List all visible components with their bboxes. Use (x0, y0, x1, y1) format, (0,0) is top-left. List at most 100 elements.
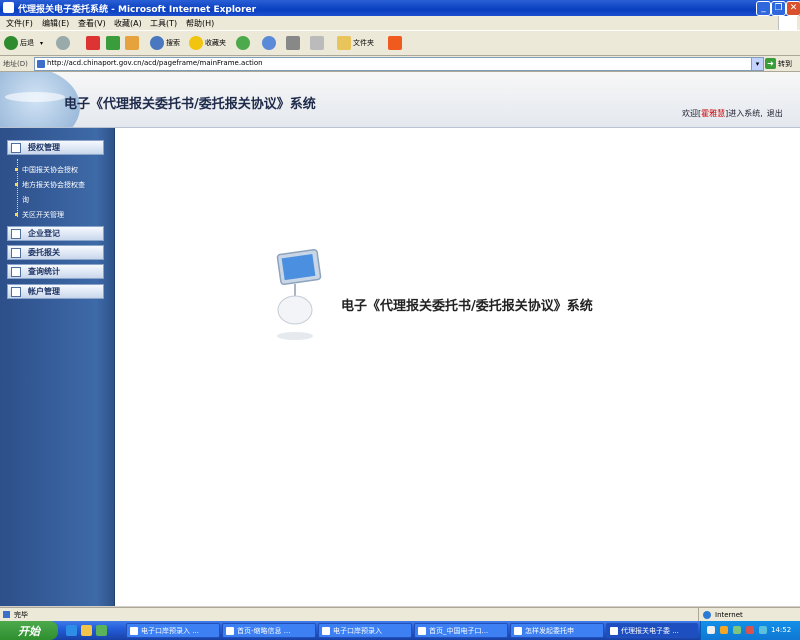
window-icon (418, 626, 426, 635)
edit-icon (310, 36, 324, 50)
globe-icon (703, 610, 711, 619)
nav-section-account-management[interactable]: 帐户管理 (7, 284, 104, 299)
go-arrow-icon: ➜ (765, 58, 776, 69)
search-icon (150, 36, 164, 50)
logo-highlight (5, 92, 65, 102)
taskbar-item[interactable]: 首页_中国电子口... (414, 623, 508, 638)
menu-bar: 文件(F) 编辑(E) 查看(V) 收藏(A) 工具(T) 帮助(H) (0, 16, 800, 31)
main-content: 电子《代理报关委托书/委托报关协议》系统 (115, 128, 800, 606)
taskbar-item[interactable]: 怎样发起委托申 (510, 623, 604, 638)
page-done-icon (3, 611, 10, 618)
status-bar: 完毕 Internet (0, 607, 800, 621)
folder-icon (337, 36, 351, 50)
mail-button[interactable] (262, 34, 276, 52)
stop-button[interactable] (86, 34, 100, 52)
sidebar: 授权管理 中国报关协会授权 地方报关协会授权查 询 关区开关管理 企业登记 委托… (0, 128, 115, 606)
taobao-icon (388, 36, 402, 50)
menu-help[interactable]: 帮助(H) (186, 18, 214, 29)
menu-edit[interactable]: 编辑(E) (42, 18, 69, 29)
page-icon (37, 60, 45, 68)
imac-computer-icon (276, 249, 322, 340)
edit-button[interactable] (310, 34, 324, 52)
address-input[interactable]: http://acd.chinaport.gov.cn/acd/pagefram… (34, 57, 764, 71)
bullet-icon (15, 168, 18, 171)
taskbar-item[interactable]: 首页-缩略信息 ... (222, 623, 316, 638)
system-tray: 14:52 (700, 621, 800, 640)
nav-section-authorization[interactable]: 授权管理 (7, 140, 104, 155)
windows-logo-icon (778, 16, 797, 30)
forward-button[interactable] (56, 34, 70, 52)
book-icon (11, 143, 21, 153)
security-zone: Internet (698, 608, 743, 621)
history-button[interactable] (236, 34, 250, 52)
bullet-icon (15, 183, 18, 186)
tray-icon[interactable] (720, 626, 728, 634)
menu-tools[interactable]: 工具(T) (150, 18, 177, 29)
print-button[interactable] (286, 34, 300, 52)
taskbar-item-active[interactable]: 代理报关电子委 ... (606, 623, 698, 638)
address-bar: 地址(D) http://acd.chinaport.gov.cn/acd/pa… (0, 56, 800, 72)
address-url: http://acd.chinaport.gov.cn/acd/pagefram… (47, 59, 263, 67)
taskbar: 开始 电子口岸预录入 ... 首页-缩略信息 ... 电子口岸预录入 首页_中国… (0, 621, 800, 640)
nav-section-query-statistics[interactable]: 查询统计 (7, 264, 104, 279)
folders-button[interactable]: 文件夹 (337, 34, 374, 52)
book-icon (11, 248, 21, 258)
logout-link[interactable]: 退出 (767, 109, 783, 118)
book-icon (11, 229, 21, 239)
page-header: 电子《代理报关委托书/委托报关协议》系统 欢迎[霍雅慧]进入系统, 退出 (0, 72, 800, 128)
tray-icon[interactable] (707, 626, 715, 634)
taskbar-item[interactable]: 电子口岸预录入 ... (126, 623, 220, 638)
home-button[interactable] (125, 34, 139, 52)
forward-arrow-icon (56, 36, 70, 50)
system-title: 电子《代理报关委托书/委托报关协议》系统 (64, 97, 316, 112)
favorites-button[interactable]: 收藏夹 (189, 34, 226, 52)
restore-button[interactable]: ❐ (771, 1, 786, 16)
back-button[interactable]: 后退 ▾ (4, 34, 43, 52)
ie-quicklaunch-icon[interactable] (66, 625, 77, 636)
clock: 14:52 (771, 626, 792, 634)
window-icon (226, 626, 234, 635)
refresh-button[interactable] (106, 34, 120, 52)
nav-item-local-assoc-auth-cont[interactable]: 询 (22, 195, 29, 205)
close-button[interactable]: ✕ (786, 1, 800, 16)
history-icon (236, 36, 250, 50)
ie-icon (3, 2, 14, 13)
menu-favorites[interactable]: 收藏(A) (114, 18, 142, 29)
refresh-icon (106, 36, 120, 50)
taobao-button[interactable] (388, 34, 402, 52)
search-button[interactable]: 搜索 (150, 34, 180, 52)
mail-icon (262, 36, 276, 50)
menu-file[interactable]: 文件(F) (6, 18, 33, 29)
bullet-icon (15, 213, 18, 216)
window-icon (610, 626, 618, 635)
desktop-quicklaunch-icon[interactable] (81, 625, 92, 636)
address-dropdown-icon[interactable]: ▾ (751, 58, 763, 70)
window-icon (514, 626, 522, 635)
tray-icon[interactable] (746, 626, 754, 634)
chevron-down-icon[interactable]: ▾ (40, 40, 43, 47)
nav-section-enterprise-registration[interactable]: 企业登记 (7, 226, 104, 241)
book-icon (11, 267, 21, 277)
star-icon (189, 36, 203, 50)
tray-icon[interactable] (733, 626, 741, 634)
window-title-bar[interactable]: 代理报关电子委托系统 - Microsoft Internet Explorer… (0, 0, 800, 16)
printer-icon (286, 36, 300, 50)
start-button[interactable]: 开始 (0, 621, 58, 640)
menu-view[interactable]: 查看(V) (78, 18, 106, 29)
window-title: 代理报关电子委托系统 - Microsoft Internet Explorer (18, 5, 257, 15)
welcome-text: 欢迎[霍雅慧]进入系统, 退出 (682, 109, 783, 118)
toolbar: 后退 ▾ 搜索 收藏夹 文件夹 (0, 31, 800, 56)
back-arrow-icon (4, 36, 18, 50)
taskbar-item[interactable]: 电子口岸预录入 (318, 623, 412, 638)
nav-item-local-assoc-auth[interactable]: 地方报关协会授权查 (22, 180, 85, 190)
address-label: 地址(D) (3, 60, 28, 68)
nav-section-entrusted-declaration[interactable]: 委托报关 (7, 245, 104, 260)
window-icon (130, 626, 138, 635)
nav-item-china-assoc-auth[interactable]: 中国报关协会授权 (22, 165, 78, 175)
tray-icon[interactable] (759, 626, 767, 634)
media-quicklaunch-icon[interactable] (96, 625, 107, 636)
content-title: 电子《代理报关委托书/委托报关协议》系统 (341, 299, 593, 314)
minimize-button[interactable]: _ (756, 1, 771, 16)
nav-item-customs-switch[interactable]: 关区开关管理 (22, 210, 64, 220)
go-button[interactable]: ➜ 转到 (765, 57, 792, 70)
